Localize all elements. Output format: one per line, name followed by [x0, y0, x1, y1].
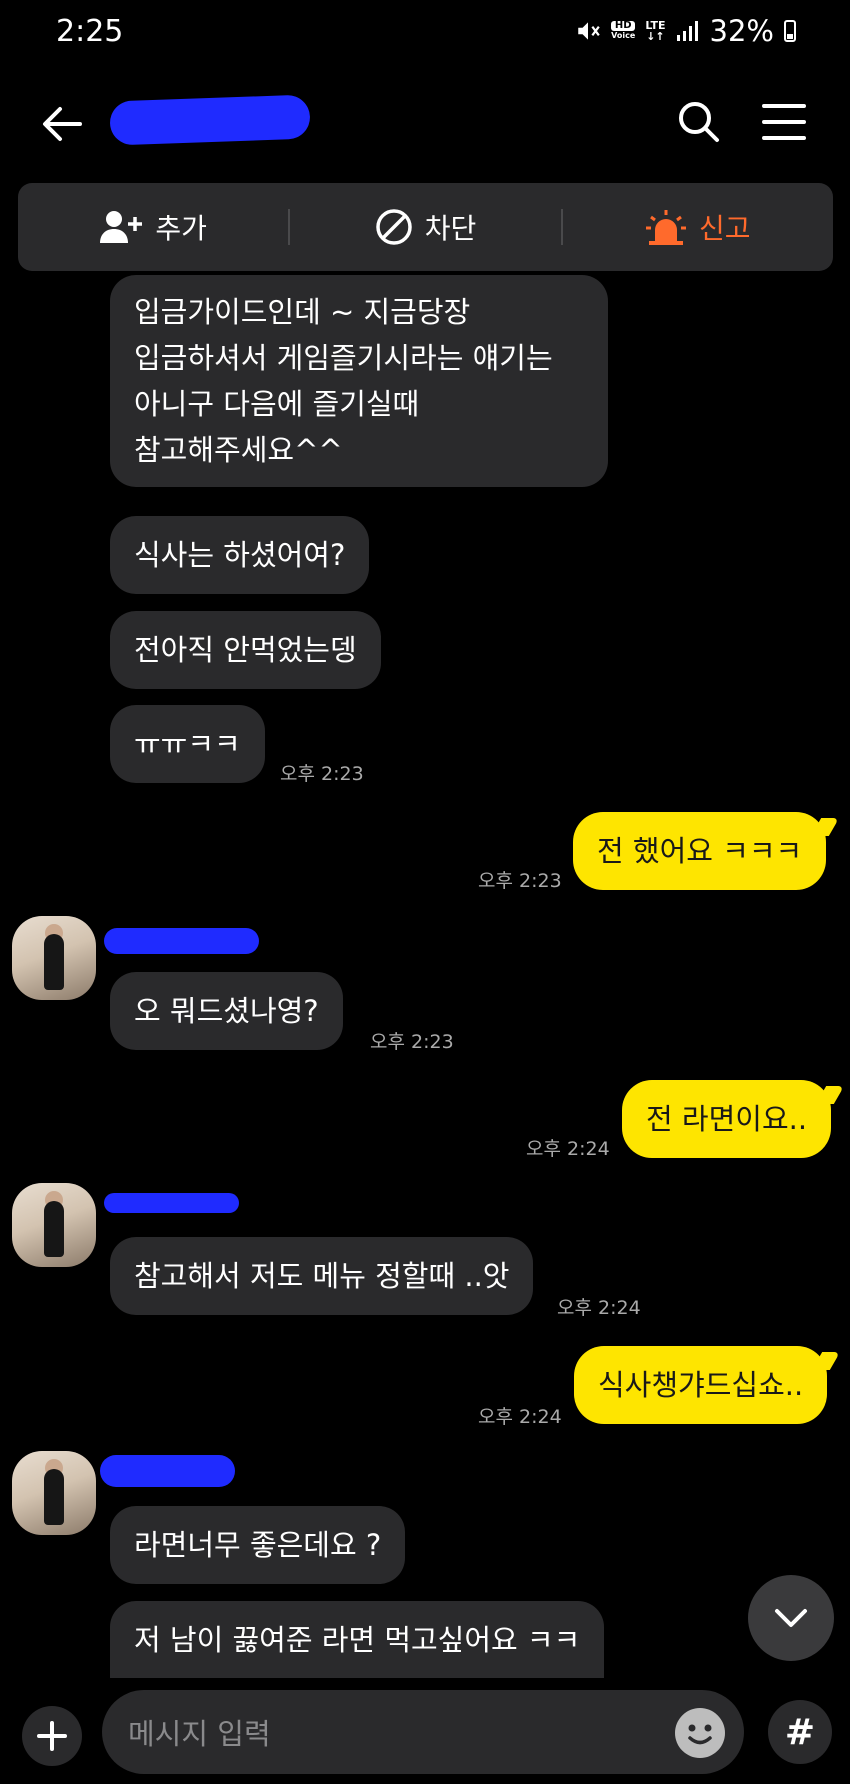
my-message-bubble[interactable]: 전 라면이요..	[622, 1080, 832, 1158]
message-time: 오후 2:24	[526, 1138, 610, 1160]
message-bubble[interactable]: 저 남이 끓여준 라면 먹고싶어요 ㅋㅋ	[110, 1601, 605, 1678]
report-button[interactable]: 신고	[563, 207, 833, 247]
my-message-bubble[interactable]: 전 했어요 ㅋㅋㅋ	[573, 812, 827, 890]
add-user-icon	[100, 211, 143, 243]
search-icon	[679, 102, 719, 142]
status-time: 2:25	[56, 14, 124, 49]
hamburger-menu-icon	[762, 104, 806, 140]
lte-icon: LTE ↓↑	[645, 19, 666, 43]
emoji-button[interactable]	[675, 1708, 725, 1758]
message-line: 입금하셔서 게임즐기시라는 얘기는	[134, 341, 553, 375]
attach-button[interactable]	[22, 1706, 82, 1766]
message-time: 오후 2:23	[280, 763, 364, 785]
report-label: 신고	[699, 212, 751, 245]
block-button[interactable]: 차단	[290, 207, 560, 247]
friend-action-toolbar: 추가 차단 신고	[18, 183, 833, 271]
avatar[interactable]	[12, 916, 96, 1000]
siren-icon	[646, 210, 687, 245]
sender-name-redacted	[104, 928, 259, 954]
status-icons: HD Voice LTE ↓↑ 32%	[575, 14, 796, 48]
battery-percent: 32%	[709, 14, 774, 48]
message-input[interactable]: 메시지 입력	[102, 1690, 744, 1774]
sender-name-redacted	[100, 1455, 235, 1487]
hashtag-search-button[interactable]: #	[768, 1700, 832, 1764]
mute-icon	[578, 22, 600, 40]
back-arrow-icon	[43, 107, 82, 141]
message-bubble[interactable]: 오 뭐드셨나영?	[110, 972, 343, 1050]
message-bubble[interactable]: ㅠㅠㅋㅋ	[110, 705, 265, 783]
sender-name-redacted	[104, 1193, 239, 1213]
block-icon	[375, 209, 412, 245]
hd-voice-icon: HD Voice	[611, 20, 636, 40]
search-button[interactable]	[675, 98, 723, 146]
hashtag-icon: #	[784, 1711, 816, 1753]
message-time: 오후 2:23	[370, 1031, 454, 1053]
chevron-down-icon	[775, 1609, 807, 1627]
battery-icon	[784, 20, 796, 42]
avatar[interactable]	[12, 1183, 96, 1267]
scroll-to-bottom-button[interactable]	[748, 1575, 834, 1661]
plus-icon	[37, 1721, 67, 1751]
block-label: 차단	[424, 212, 477, 245]
message-bubble[interactable]: 입금가이드인데 ~ 지금당장 입금하셔서 게임즐기시라는 얘기는 아니구 다음에…	[110, 275, 608, 487]
message-line: 참고해주세요^^	[134, 433, 343, 467]
my-message-bubble[interactable]: 식사챙갸드십쇼..	[574, 1346, 828, 1424]
add-friend-button[interactable]: 추가	[18, 207, 288, 247]
chat-title-redacted	[109, 94, 311, 146]
message-bubble[interactable]: 식사는 하셨어여?	[110, 516, 370, 594]
message-time: 오후 2:24	[557, 1297, 641, 1319]
message-bubble[interactable]: 라면너무 좋은데요 ?	[110, 1506, 406, 1584]
message-bubble[interactable]: 전아직 안먹었는뎅	[110, 611, 381, 689]
message-bubble[interactable]: 참고해서 저도 메뉴 정할때 ..앗	[110, 1237, 534, 1315]
add-friend-label: 추가	[155, 212, 207, 245]
signal-icon	[676, 21, 698, 41]
avatar[interactable]	[12, 1451, 96, 1535]
smiley-icon	[676, 1709, 724, 1757]
message-line: 입금가이드인데 ~ 지금당장	[134, 295, 471, 329]
message-time: 오후 2:23	[478, 870, 562, 892]
back-button[interactable]	[38, 100, 86, 148]
message-time: 오후 2:24	[478, 1406, 562, 1428]
message-line: 아니구 다음에 즐기실때	[134, 387, 420, 421]
menu-button[interactable]	[760, 100, 808, 144]
